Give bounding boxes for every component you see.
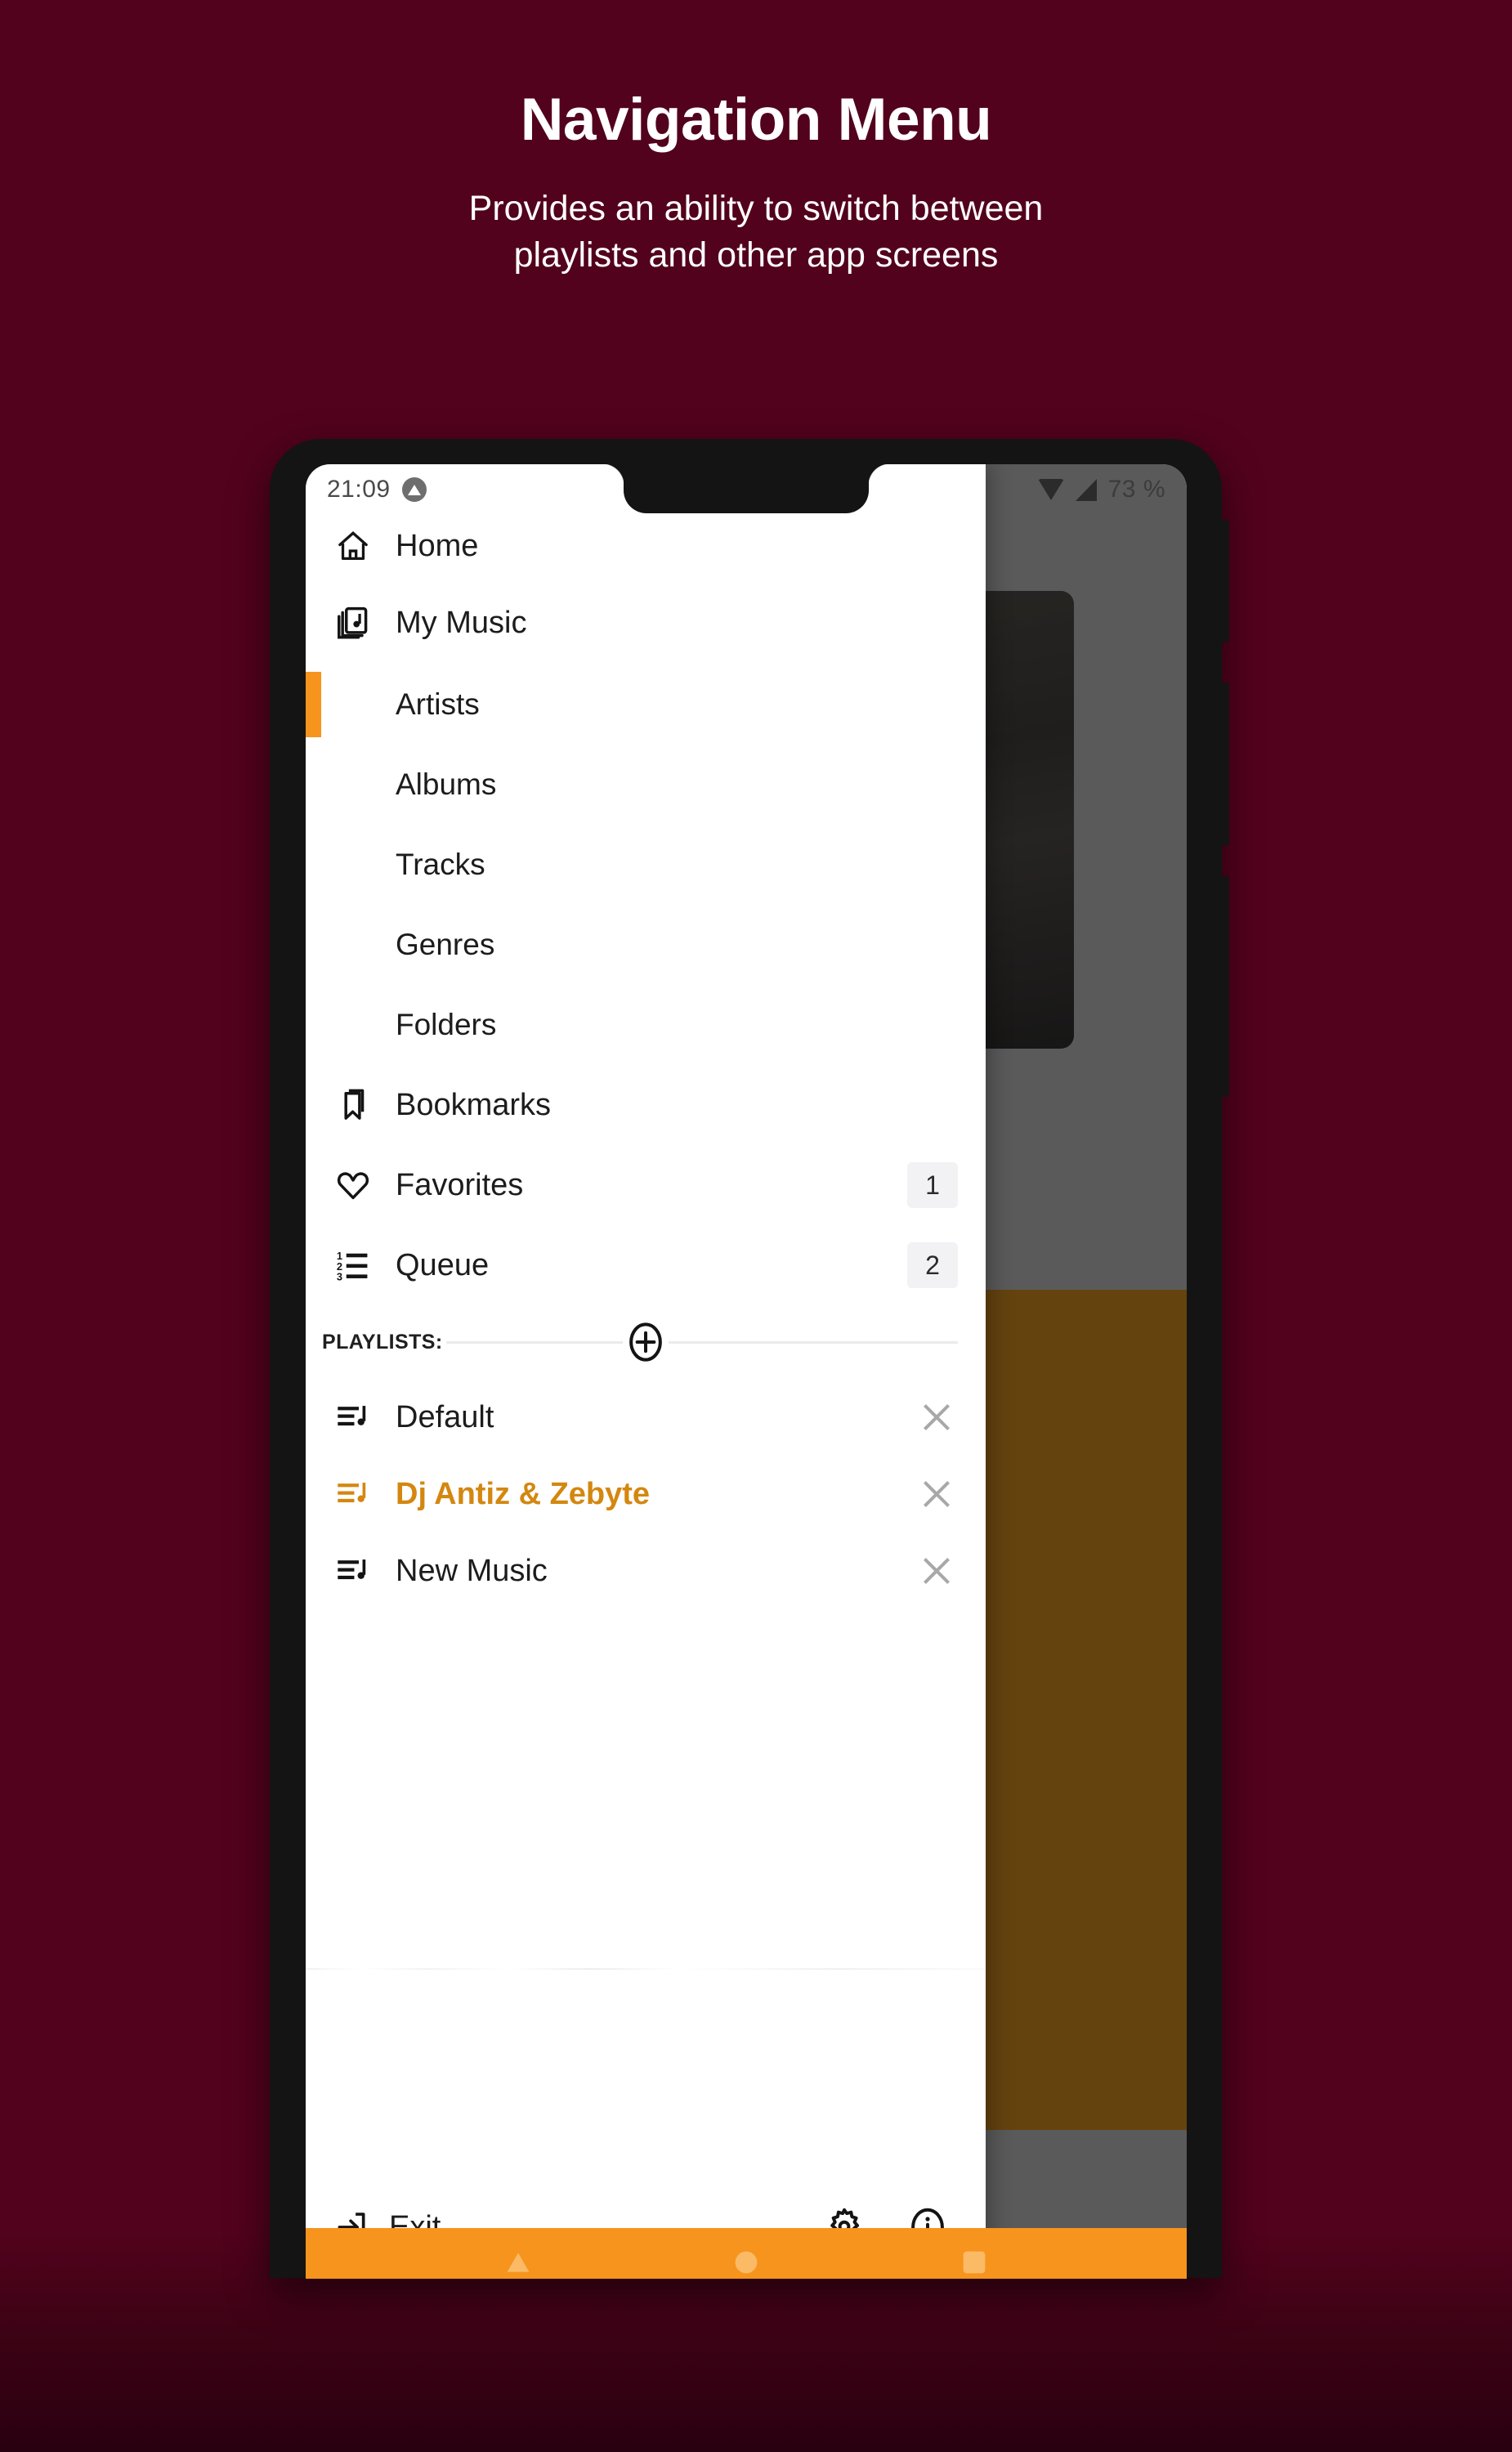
close-icon[interactable]	[915, 1396, 958, 1439]
playlist-item-new-music[interactable]: New Music	[306, 1537, 986, 1605]
playlists-caption: PLAYLISTS:	[322, 1330, 443, 1354]
playlist-icon	[333, 1551, 373, 1591]
sidebar-item-label: My Music	[396, 605, 527, 640]
sidebar-item-bookmarks[interactable]: Bookmarks	[306, 1074, 986, 1136]
back-triangle-icon[interactable]	[502, 2246, 535, 2279]
page-subtitle: Provides an ability to switch between pl…	[0, 186, 1512, 279]
sidebar-item-my-music[interactable]: My Music	[306, 592, 986, 654]
drawer-scroll-area[interactable]: Home My Music Artists Albums Tracks Genr…	[306, 464, 986, 2176]
playlist-icon	[333, 1474, 373, 1514]
phone-mockup: 2 : 06 : 30 1.00 x	[270, 439, 1229, 2279]
header: Navigation Menu Provides an ability to s…	[0, 0, 1512, 279]
sidebar-item-home[interactable]: Home	[306, 515, 986, 577]
phone-notch	[602, 464, 869, 513]
playlist-item-default[interactable]: Default	[306, 1383, 986, 1452]
sidebar-item-folders[interactable]: Folders	[306, 994, 986, 1056]
selected-indicator	[306, 672, 321, 737]
recents-square-icon[interactable]	[958, 2246, 991, 2279]
numbered-list-icon: 1 2 3	[333, 1246, 373, 1285]
sidebar-item-label: Genres	[396, 928, 495, 961]
sidebar-item-favorites[interactable]: Favorites 1	[306, 1154, 986, 1216]
page-subtitle-line-2: playlists and other app screens	[513, 235, 999, 275]
sidebar-item-label: Artists	[396, 687, 480, 721]
playlist-label: Dj Antiz & Zebyte	[396, 1476, 651, 1511]
divider-left	[445, 1340, 623, 1344]
volume-up-button[interactable]	[1220, 682, 1229, 846]
playlists-section-header: PLAYLISTS:	[306, 1313, 986, 1371]
library-music-icon	[333, 603, 373, 642]
bookmark-icon	[333, 1085, 373, 1125]
playlist-label: New Music	[396, 1553, 548, 1588]
playlist-label: Default	[396, 1399, 494, 1434]
sidebar-item-label: Queue	[396, 1247, 490, 1282]
close-icon[interactable]	[915, 1473, 958, 1515]
status-badge: 2	[907, 1242, 958, 1288]
home-circle-icon[interactable]	[730, 2246, 763, 2279]
divider-right	[668, 1340, 958, 1344]
signal-icon	[1075, 478, 1097, 501]
home-icon	[333, 526, 373, 566]
triangle-in-circle-icon	[401, 477, 427, 502]
playlist-item-dj-antiz-zebyte[interactable]: Dj Antiz & Zebyte	[306, 1460, 986, 1528]
plus-circle-icon[interactable]	[626, 1318, 665, 1366]
navigation-drawer: Home My Music Artists Albums Tracks Genr…	[306, 464, 986, 2279]
sidebar-item-label: Home	[396, 528, 479, 563]
sidebar-item-label: Folders	[396, 1008, 497, 1041]
sidebar-item-queue[interactable]: 1 2 3 Queue 2	[306, 1234, 986, 1296]
sidebar-item-albums[interactable]: Albums	[306, 754, 986, 816]
android-nav-bar	[306, 2228, 1187, 2279]
status-bar-left: 21:09	[327, 476, 427, 503]
sidebar-item-label: Albums	[396, 767, 497, 801]
sidebar-item-genres[interactable]: Genres	[306, 914, 986, 976]
sidebar-item-label: Favorites	[396, 1167, 524, 1202]
power-button[interactable]	[1220, 520, 1229, 642]
sidebar-item-tracks[interactable]: Tracks	[306, 834, 986, 896]
status-badge: 1	[907, 1162, 958, 1208]
sidebar-item-label: Bookmarks	[396, 1087, 552, 1122]
playlist-icon	[333, 1398, 373, 1437]
page-subtitle-line-1: Provides an ability to switch between	[468, 189, 1044, 228]
heart-icon	[333, 1166, 373, 1205]
wifi-icon	[1037, 479, 1064, 500]
battery-percent: 73 %	[1107, 476, 1165, 503]
drawer-divider	[306, 1968, 986, 1970]
sidebar-item-label: Tracks	[396, 848, 485, 881]
sidebar-item-artists[interactable]: Artists	[306, 672, 986, 737]
phone-screen: 2 : 06 : 30 1.00 x	[306, 464, 1187, 2279]
close-icon[interactable]	[915, 1550, 958, 1592]
status-bar-clock: 21:09	[327, 476, 391, 503]
volume-down-button[interactable]	[1220, 876, 1229, 1097]
svg-text:3: 3	[337, 1271, 342, 1283]
status-bar-right: 73 %	[1037, 476, 1165, 503]
page-title: Navigation Menu	[520, 87, 992, 153]
